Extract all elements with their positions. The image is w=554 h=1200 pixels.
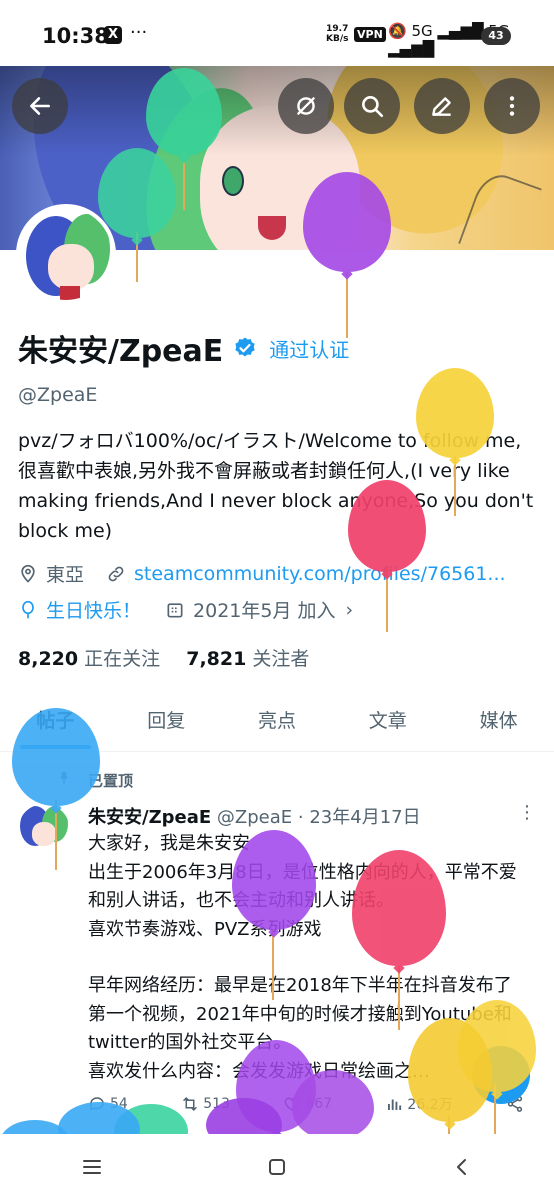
balloon-decoration — [146, 68, 222, 156]
post-more-icon[interactable]: ⋮ — [518, 802, 536, 823]
profile-handle: @ZpeaE — [18, 384, 98, 406]
views-bar-icon — [388, 1099, 402, 1110]
link-icon — [108, 566, 124, 581]
profile-join-date: 2021年5月 加入 — [193, 600, 336, 622]
x-app-icon: X — [104, 26, 122, 44]
more-notifications-icon: ··· — [130, 22, 148, 43]
signal-icons: 🔕 5G ▂▄▆█ 5G ▂▄▆█ — [388, 22, 510, 58]
balloon-decoration — [292, 1070, 374, 1140]
balloon-string — [398, 966, 400, 1030]
get-verified-link[interactable]: 通过认证 — [269, 334, 349, 363]
followers-label: 关注者 — [252, 648, 310, 670]
balloon-string — [346, 272, 348, 338]
post-author-avatar[interactable] — [18, 804, 70, 856]
refresh-slash-icon — [297, 97, 315, 115]
profile-website-link[interactable]: steamcommunity.com/profiles/76561... — [134, 563, 506, 585]
balloon-decoration — [303, 172, 391, 272]
edit-button[interactable] — [414, 78, 470, 134]
balloon-decoration — [98, 148, 176, 238]
profile-meta-row-2: 生日快乐！ 2021年5月 加入 › — [18, 596, 353, 623]
balloon-string — [272, 930, 274, 1000]
repost-icon — [183, 1096, 197, 1112]
post-avatar-art-face — [32, 822, 56, 846]
avatar-art-face — [48, 244, 94, 290]
network-speed-value: 19.7 — [326, 24, 349, 34]
profile-name: 朱安安/ZpeaE — [18, 334, 224, 369]
balloon-decoration — [12, 708, 100, 806]
balloon-decoration — [416, 368, 494, 458]
follow-stats: 8,220 正在关注 7,821 关注者 — [18, 644, 309, 671]
post-author-name[interactable]: 朱安安/ZpeaE — [88, 807, 211, 828]
calendar-icon — [167, 602, 183, 617]
banner-art-eye — [222, 166, 244, 196]
profile-avatar[interactable] — [16, 204, 116, 304]
tab-media[interactable]: 媒体 — [443, 696, 554, 751]
post-line: 喜欢节奏游戏、PVZ系列游戏 — [88, 918, 322, 940]
refresh-button[interactable] — [278, 78, 334, 134]
tab-highlights[interactable]: 亮点 — [222, 696, 333, 751]
followers-link[interactable]: 7,821 关注者 — [186, 648, 309, 670]
back-nav-icon[interactable] — [450, 1155, 474, 1179]
system-nav-bar — [0, 1134, 554, 1200]
recent-apps-icon[interactable] — [80, 1155, 104, 1179]
tab-replies[interactable]: 回复 — [111, 696, 222, 751]
status-time: 10:38 — [42, 24, 109, 48]
verified-badge-icon[interactable] — [233, 336, 257, 360]
post-separator: · — [297, 807, 304, 828]
search-icon — [362, 96, 384, 118]
battery-icon: 43 — [481, 27, 511, 45]
profile-meta-row-1: 東亞 steamcommunity.com/profiles/76561... — [18, 560, 506, 587]
search-button[interactable] — [344, 78, 400, 134]
followers-count: 7,821 — [186, 648, 247, 670]
post-header: 朱安安/ZpeaE @ZpeaE · 23年4月17日 — [88, 803, 421, 829]
tab-articles[interactable]: 文章 — [332, 696, 443, 751]
post-date[interactable]: 23年4月17日 — [309, 807, 420, 828]
location-pin-icon — [21, 564, 35, 583]
edit-pencil-icon — [432, 97, 451, 116]
home-icon[interactable] — [265, 1155, 289, 1179]
following-count: 8,220 — [18, 648, 79, 670]
back-arrow-icon — [30, 97, 50, 115]
profile-location: 東亞 — [46, 564, 85, 586]
back-button[interactable] — [12, 78, 68, 134]
banner-shade — [0, 66, 554, 156]
status-bar: 10:38 X ··· 19.7 KB/s VPN 🔕 5G ▂▄▆█ 5G ▂▄… — [0, 0, 554, 66]
balloon-icon — [22, 600, 34, 618]
following-label: 正在关注 — [84, 648, 161, 670]
avatar-art-ribbon — [60, 286, 80, 300]
balloon-decoration — [348, 480, 426, 572]
balloon-decoration — [352, 850, 446, 966]
chevron-right-icon[interactable]: › — [346, 599, 354, 621]
profile-birthday: 生日快乐！ — [46, 600, 142, 622]
network-speed: 19.7 KB/s — [326, 24, 348, 44]
vpn-badge: VPN — [354, 27, 386, 42]
more-vertical-icon — [509, 96, 515, 116]
balloon-decoration — [408, 1018, 492, 1122]
post-author-handle[interactable]: @ZpeaE — [217, 807, 292, 828]
network-speed-unit: KB/s — [326, 34, 349, 44]
following-link[interactable]: 8,220 正在关注 — [18, 648, 160, 670]
more-button[interactable] — [484, 78, 540, 134]
balloon-decoration — [232, 830, 316, 930]
profile-name-row: 朱安安/ZpeaE 通过认证 — [18, 326, 349, 370]
post-line — [88, 944, 528, 972]
